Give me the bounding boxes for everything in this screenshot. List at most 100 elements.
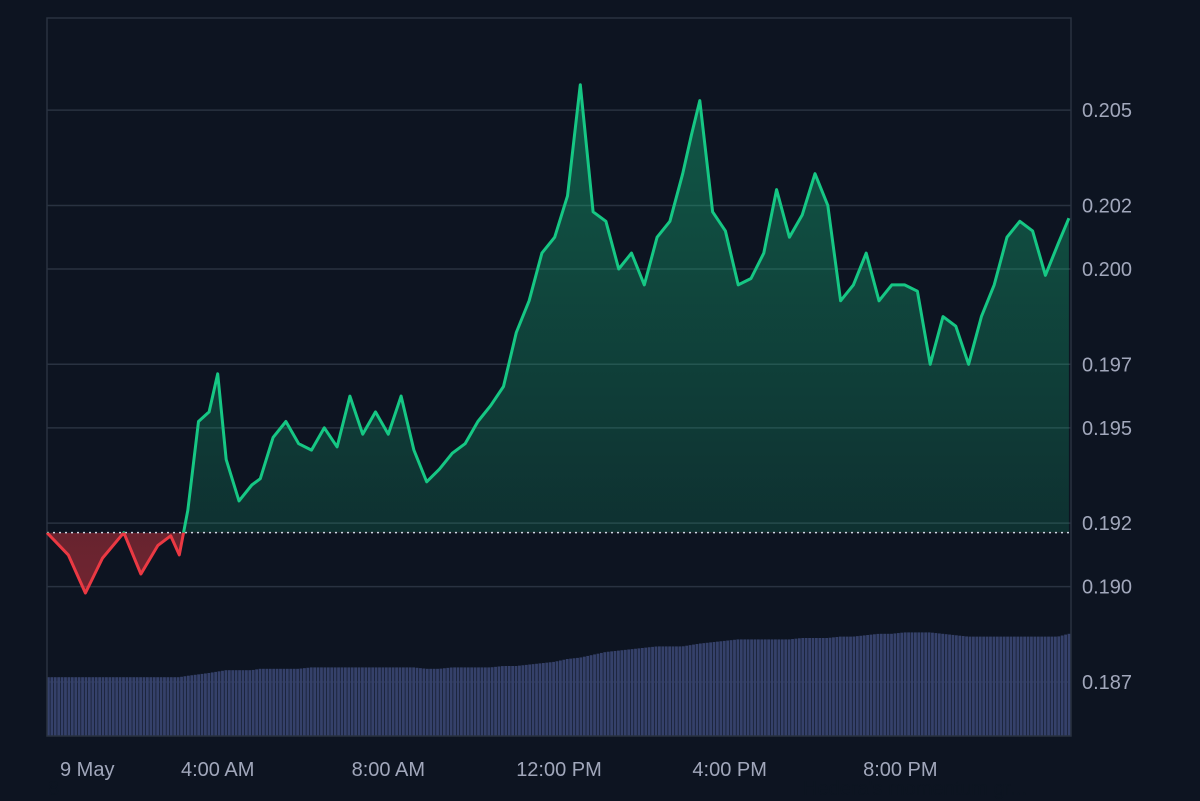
volume-bar [70, 677, 74, 736]
volume-bar [60, 677, 64, 736]
volume-bar [1009, 636, 1013, 736]
volume-bar [750, 639, 753, 736]
volume-bar [743, 639, 747, 736]
volume-bar [337, 667, 340, 736]
volume-bar [760, 639, 764, 736]
volume-bar [398, 667, 402, 736]
volume-bar [453, 667, 456, 736]
volume-bar [787, 639, 791, 736]
volume-bar [989, 636, 992, 736]
volume-bar [582, 656, 586, 736]
volume-bar [166, 677, 170, 736]
volume-bar [555, 661, 559, 736]
volume-bar [777, 639, 781, 736]
volume-bar [579, 657, 583, 736]
volume-bar [716, 641, 719, 736]
volume-bar [210, 672, 214, 736]
volume-bar [746, 639, 750, 736]
volume-bar [828, 637, 832, 736]
volume-bar [115, 677, 119, 736]
volume-bar [497, 666, 501, 736]
volume-bar [644, 647, 648, 736]
volume-bar [866, 635, 870, 736]
volume-bar [531, 664, 535, 736]
volume-bar [767, 639, 771, 736]
volume-bar [285, 668, 289, 736]
volume-bar [64, 677, 67, 736]
volume-bar [463, 667, 467, 736]
volume-bar [739, 639, 743, 736]
volume-bar [275, 668, 279, 736]
volume-bar [333, 667, 337, 736]
volume-bar [958, 635, 962, 736]
volume-bar [818, 638, 822, 736]
footer-headline-link[interactable]: Hedera's momentum gr... [803, 778, 1027, 801]
volume-bar [702, 643, 706, 736]
volume-bar [647, 647, 651, 736]
volume-bar [101, 677, 105, 736]
volume-bar [197, 674, 200, 736]
x-tick-label: 8:00 AM [352, 759, 425, 781]
volume-bar [753, 639, 757, 736]
volume-bar [67, 677, 71, 736]
volume-bar [50, 677, 54, 736]
volume-bar [292, 668, 296, 736]
volume-bar [1033, 636, 1037, 736]
volume-bar [859, 635, 863, 736]
volume-bar [671, 646, 675, 736]
volume-bar [98, 677, 102, 736]
volume-bar [422, 668, 426, 736]
volume-bar [985, 636, 989, 736]
volume-bar [374, 667, 378, 736]
volume-bar [81, 677, 84, 736]
volume-bar [804, 638, 808, 736]
volume-bar [193, 674, 197, 736]
volume-bar [978, 636, 982, 736]
volume-bar [415, 667, 419, 736]
volume-bar [480, 667, 484, 736]
volume-bar [316, 667, 320, 736]
volume-bar [535, 663, 538, 736]
volume-bar [815, 638, 818, 736]
volume-bar [330, 667, 334, 736]
volume-bar [456, 667, 460, 736]
volume-bar [180, 676, 183, 736]
volume-bar [125, 677, 129, 736]
volume-bar [262, 668, 265, 736]
volume-bar [439, 668, 443, 736]
volume-bar [511, 666, 515, 736]
volume-bar [538, 663, 542, 736]
volume-bar [934, 633, 938, 736]
volume-bar [521, 665, 525, 736]
volume-bar [1006, 636, 1009, 736]
volume-bar [794, 638, 798, 736]
volume-bar [630, 649, 634, 736]
y-tick-label: 0.187 [1082, 672, 1132, 694]
volume-bar [654, 646, 658, 736]
price-chart: 0.205 0.202 0.200 0.197 0.195 0.192 0.190 0.187… [45, 17, 1132, 781]
volume-bar [907, 632, 910, 736]
y-tick-label: 0.197 [1082, 354, 1132, 376]
volume-bar [610, 651, 614, 736]
volume-bar [620, 650, 624, 736]
volume-bar [965, 636, 968, 736]
volume-bar [589, 655, 593, 736]
volume-bar [797, 638, 801, 736]
volume-bar [811, 638, 815, 736]
volume-bar [931, 632, 934, 736]
volume-bar [623, 649, 627, 736]
volume-bar [152, 677, 156, 736]
volume-bar [87, 677, 91, 736]
volume-bar [838, 636, 842, 736]
volume-bar [763, 639, 767, 736]
volume-bar [599, 652, 603, 736]
volume-bar [477, 667, 480, 736]
volume-bar [412, 667, 416, 736]
y-tick-label: 0.192 [1082, 513, 1132, 535]
volume-bar [221, 670, 224, 736]
volume-bar [234, 670, 238, 736]
volume-bar [303, 668, 306, 736]
volume-bar [876, 633, 880, 736]
volume-bar [1060, 635, 1064, 736]
volume-bar [207, 673, 211, 736]
